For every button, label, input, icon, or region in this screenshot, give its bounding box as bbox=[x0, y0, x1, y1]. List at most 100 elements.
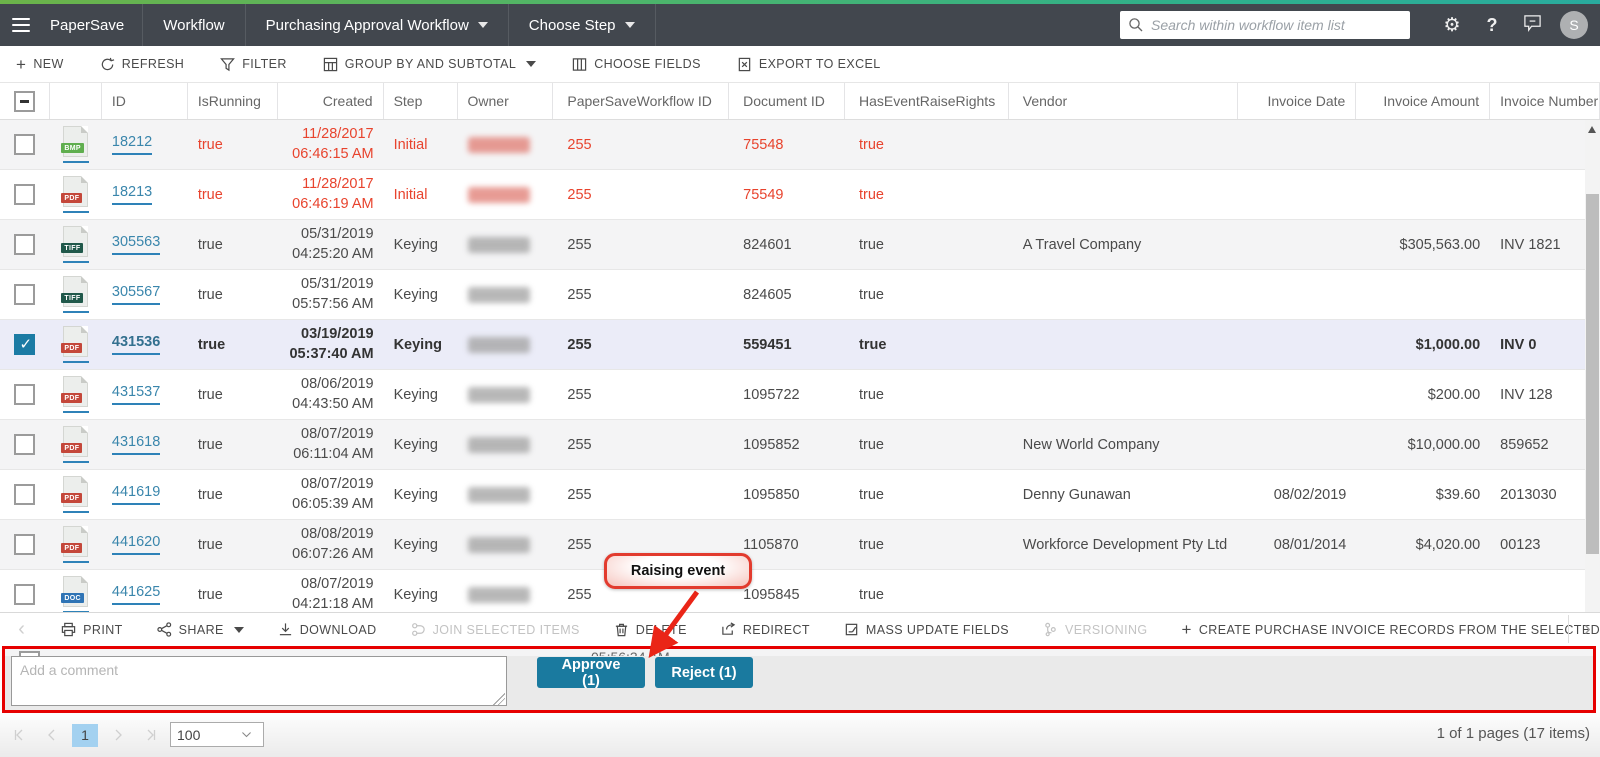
item-id-link[interactable]: 305567 bbox=[112, 284, 160, 305]
papersaveworkflow-id-value: 255 bbox=[553, 170, 729, 219]
papersaveworkflow-id-value: 255 bbox=[553, 420, 729, 469]
row-checkbox[interactable] bbox=[14, 484, 35, 505]
nav-item-workflow-name[interactable]: Purchasing Approval Workflow bbox=[246, 4, 509, 46]
current-page-button[interactable]: 1 bbox=[72, 724, 98, 747]
share-button[interactable]: SHARE bbox=[157, 622, 244, 637]
item-id-link[interactable]: 18212 bbox=[112, 134, 152, 155]
settings-gear-icon[interactable]: ⚙ bbox=[1432, 14, 1472, 37]
group-by-subtotal-button[interactable]: GROUP BY AND SUBTOTAL bbox=[323, 57, 536, 72]
item-id-link[interactable]: 441619 bbox=[112, 484, 160, 505]
print-button[interactable]: PRINT bbox=[61, 622, 123, 637]
item-id-link[interactable]: 441620 bbox=[112, 534, 160, 555]
column-header-invoice-number[interactable]: Invoice Number bbox=[1490, 83, 1600, 119]
row-checkbox[interactable] bbox=[14, 384, 35, 405]
column-header-haseventraiserights[interactable]: HasEventRaiseRights bbox=[845, 83, 1009, 119]
row-checkbox[interactable] bbox=[14, 134, 35, 155]
file-type-badge: PDF bbox=[61, 343, 82, 353]
scroll-left-chevron-icon[interactable]: ‹ bbox=[16, 618, 27, 641]
invoice-amount-value: $1,000.00 bbox=[1356, 320, 1490, 369]
table-row[interactable]: TIFF 305567 true 05/31/201905:57:56 AM K… bbox=[0, 270, 1600, 320]
workflow-search[interactable] bbox=[1120, 11, 1410, 39]
column-header-filetype[interactable] bbox=[50, 83, 102, 119]
document-file-link[interactable]: BMP bbox=[63, 126, 89, 163]
document-file-link[interactable]: PDF bbox=[63, 476, 89, 513]
table-row[interactable]: PDF 18213 true 11/28/201706:46:19 AM Ini… bbox=[0, 170, 1600, 220]
refresh-button[interactable]: REFRESH bbox=[100, 57, 185, 72]
document-file-link[interactable]: PDF bbox=[63, 326, 89, 363]
column-header-id[interactable]: ID bbox=[102, 83, 188, 119]
scroll-up-arrow-icon[interactable] bbox=[1588, 126, 1596, 133]
select-all-checkbox[interactable] bbox=[14, 91, 35, 112]
choose-fields-button[interactable]: CHOOSE FIELDS bbox=[572, 57, 701, 72]
document-file-link[interactable]: TIFF bbox=[63, 276, 89, 313]
table-row[interactable]: PDF 441619 true 08/07/201906:05:39 AM Ke… bbox=[0, 470, 1600, 520]
table-row[interactable]: PDF 441620 true 08/08/201906:07:26 AM Ke… bbox=[0, 520, 1600, 570]
comment-input[interactable] bbox=[11, 656, 507, 706]
scroll-right-chevron-icon[interactable]: › bbox=[1568, 615, 1594, 643]
delete-button[interactable]: DELETE bbox=[614, 622, 687, 637]
item-id-link[interactable]: 431618 bbox=[112, 434, 160, 455]
row-checkbox[interactable] bbox=[14, 534, 35, 555]
mass-update-fields-button[interactable]: MASS UPDATE FIELDS bbox=[844, 622, 1009, 637]
document-file-link[interactable]: PDF bbox=[63, 426, 89, 463]
item-id-link[interactable]: 431536 bbox=[112, 334, 160, 355]
row-checkbox[interactable] bbox=[14, 184, 35, 205]
column-header-invoice-date[interactable]: Invoice Date bbox=[1238, 83, 1356, 119]
vertical-scrollbar[interactable] bbox=[1585, 120, 1600, 612]
create-purchase-invoice-records-button[interactable]: + CREATE PURCHASE INVOICE RECORDS FROM T… bbox=[1182, 621, 1600, 638]
reject-button[interactable]: Reject (1) bbox=[655, 657, 753, 688]
filter-button[interactable]: FILTER bbox=[220, 57, 287, 72]
help-icon[interactable]: ? bbox=[1472, 15, 1512, 36]
nav-item-workflow[interactable]: Workflow bbox=[143, 4, 245, 46]
versioning-button[interactable]: VERSIONING bbox=[1043, 622, 1148, 637]
scrollbar-thumb[interactable] bbox=[1586, 194, 1599, 554]
new-button[interactable]: + NEW bbox=[16, 56, 64, 73]
redirect-button[interactable]: REDIRECT bbox=[721, 622, 810, 637]
document-file-link[interactable]: DOC bbox=[63, 576, 89, 612]
document-file-link[interactable]: PDF bbox=[63, 176, 89, 213]
item-id-link[interactable]: 305563 bbox=[112, 234, 160, 255]
column-header-isrunning[interactable]: IsRunning bbox=[188, 83, 278, 119]
feedback-pencil-icon[interactable] bbox=[1512, 13, 1552, 38]
step-value: Keying bbox=[384, 270, 458, 319]
document-file-link[interactable]: TIFF bbox=[63, 226, 89, 263]
table-row[interactable]: DOC 441625 true 08/07/201904:21:18 AM Ke… bbox=[0, 570, 1600, 612]
table-row[interactable]: PDF 431536 true 03/19/201905:37:40 AM Ke… bbox=[0, 320, 1600, 370]
table-row[interactable]: PDF 431618 true 08/07/201906:11:04 AM Ke… bbox=[0, 420, 1600, 470]
join-selected-items-button[interactable]: JOIN SELECTED ITEMS bbox=[411, 622, 580, 637]
column-header-invoice-amount[interactable]: Invoice Amount bbox=[1356, 83, 1490, 119]
document-file-link[interactable]: PDF bbox=[63, 376, 89, 413]
column-header-step[interactable]: Step bbox=[384, 83, 458, 119]
app-menu-brand[interactable]: PaperSave bbox=[0, 4, 143, 46]
export-to-excel-button[interactable]: EXPORT TO EXCEL bbox=[737, 57, 881, 72]
column-header-document-id[interactable]: Document ID bbox=[729, 83, 845, 119]
document-file-link[interactable]: PDF bbox=[63, 526, 89, 563]
download-icon bbox=[278, 622, 293, 637]
invoice-amount-value bbox=[1356, 120, 1490, 169]
nav-item-choose-step[interactable]: Choose Step bbox=[509, 4, 656, 46]
last-page-icon[interactable] bbox=[138, 723, 162, 747]
table-row[interactable]: PDF 431537 true 08/06/201904:43:50 AM Ke… bbox=[0, 370, 1600, 420]
download-button[interactable]: DOWNLOAD bbox=[278, 622, 377, 637]
item-id-link[interactable]: 441625 bbox=[112, 584, 160, 605]
column-header-created[interactable]: Created bbox=[278, 83, 384, 119]
user-avatar[interactable]: S bbox=[1560, 11, 1588, 39]
row-checkbox[interactable] bbox=[14, 284, 35, 305]
previous-page-icon[interactable] bbox=[40, 723, 64, 747]
table-row[interactable]: TIFF 305563 true 05/31/201904:25:20 AM K… bbox=[0, 220, 1600, 270]
first-page-icon[interactable] bbox=[8, 723, 32, 747]
item-id-link[interactable]: 431537 bbox=[112, 384, 160, 405]
column-header-papersaveworkflow-id[interactable]: PaperSaveWorkflow ID bbox=[553, 83, 729, 119]
row-checkbox[interactable] bbox=[14, 334, 35, 355]
table-row[interactable]: BMP 18212 true 11/28/201706:46:15 AM Ini… bbox=[0, 120, 1600, 170]
search-input[interactable] bbox=[1151, 17, 1402, 33]
row-checkbox[interactable] bbox=[14, 434, 35, 455]
column-header-vendor[interactable]: Vendor bbox=[1009, 83, 1239, 119]
row-checkbox[interactable] bbox=[14, 584, 35, 605]
column-header-owner[interactable]: Owner bbox=[458, 83, 554, 119]
approve-button[interactable]: Approve (1) bbox=[537, 657, 645, 688]
row-checkbox[interactable] bbox=[14, 234, 35, 255]
next-page-icon[interactable] bbox=[106, 723, 130, 747]
page-size-select[interactable]: 100 bbox=[170, 722, 264, 747]
item-id-link[interactable]: 18213 bbox=[112, 184, 152, 205]
